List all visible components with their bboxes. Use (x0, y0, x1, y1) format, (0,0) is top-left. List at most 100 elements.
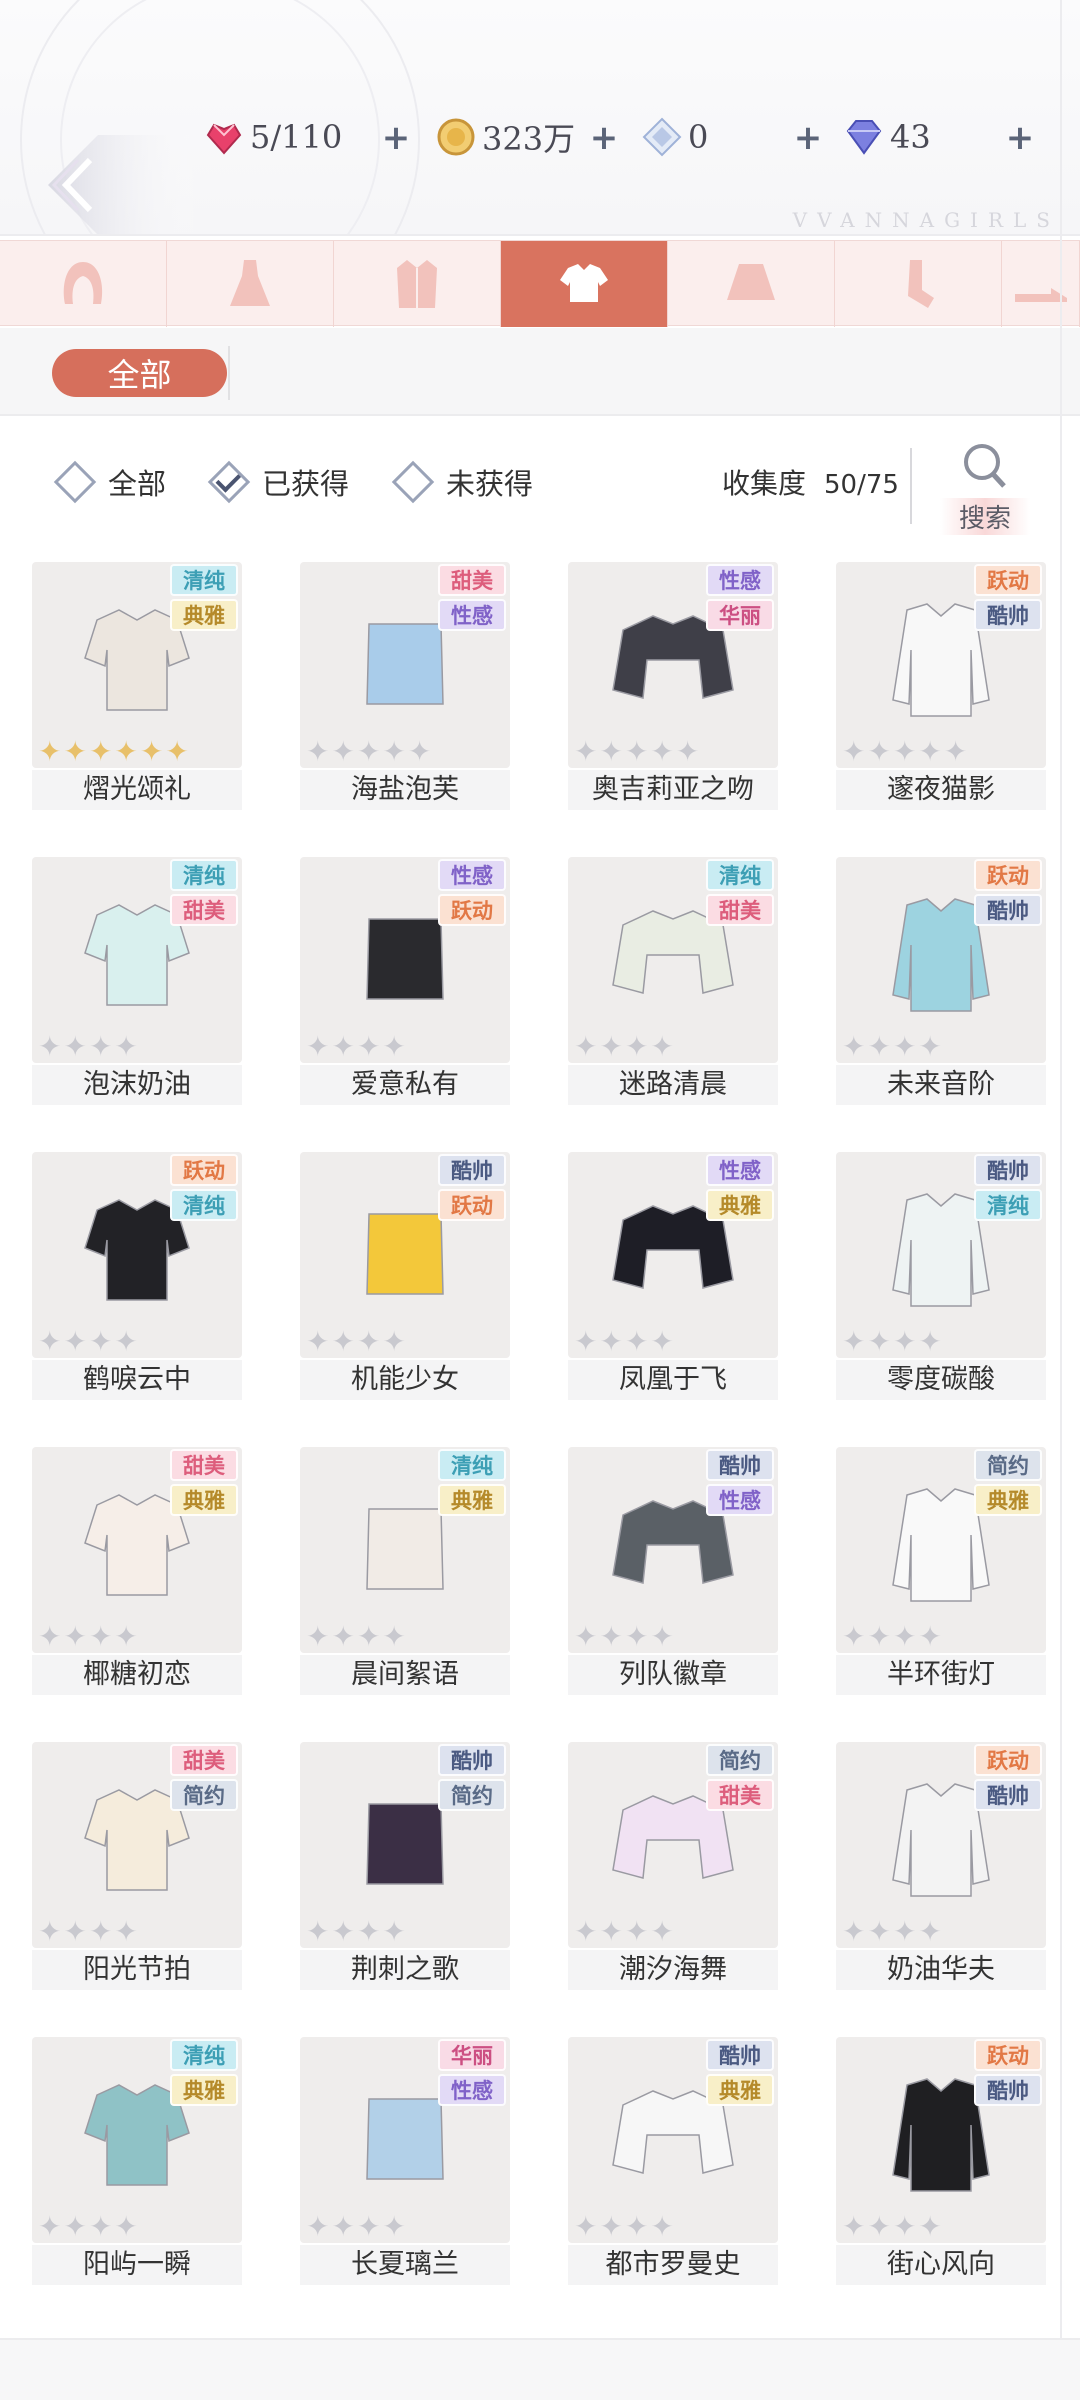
star-icon: ✦ (63, 735, 87, 768)
add-energy-button[interactable]: + (376, 118, 416, 158)
star-icon: ✦ (63, 1030, 87, 1063)
tab-shoes[interactable] (1002, 241, 1080, 327)
style-tag: 性感 (706, 1484, 774, 1516)
resource-value: 323万 (482, 120, 576, 158)
item-card[interactable]: 甜美 性感 ✦ ✦ ✦ ✦ ✦ 海盐泡芙 (300, 562, 510, 812)
item-card[interactable]: 清纯 典雅 ✦ ✦ ✦ ✦ ✦ ✦ 熠光颂礼 (32, 562, 242, 812)
rarity-stars: ✦ ✦ ✦ ✦ ✦ ✦ (38, 738, 191, 766)
rarity-stars: ✦ ✦ ✦ ✦ (842, 1918, 944, 1946)
item-card[interactable]: 简约 甜美 ✦ ✦ ✦ ✦ 潮汐海舞 (568, 1742, 778, 1992)
item-card[interactable]: 性感 华丽 ✦ ✦ ✦ ✦ ✦ 奥吉莉亚之吻 (568, 562, 778, 812)
star-icon: ✦ (624, 1325, 649, 1358)
item-card[interactable]: 性感 跃动 ✦ ✦ ✦ ✦ 爱意私有 (300, 857, 510, 1107)
item-card[interactable]: 跃动 清纯 ✦ ✦ ✦ ✦ 鹤唳云中 (32, 1152, 242, 1402)
tab-hair[interactable] (0, 241, 167, 327)
star-icon: ✦ (63, 1915, 87, 1948)
filter-label: 未获得 (446, 467, 534, 501)
gold-coin-icon (437, 118, 475, 156)
filter-label: 全部 (108, 467, 167, 501)
item-card[interactable]: 性感 典雅 ✦ ✦ ✦ ✦ 凤凰于飞 (568, 1152, 778, 1402)
style-tag: 酷帅 (974, 599, 1042, 631)
item-card[interactable]: 甜美 典雅 ✦ ✦ ✦ ✦ 椰糖初恋 (32, 1447, 242, 1697)
style-tag: 典雅 (438, 1484, 506, 1516)
resource-bar: 5/110 + 323万 + 0 + 43 + VVANNAGIRLS (0, 0, 1080, 236)
style-tag: 性感 (706, 1154, 774, 1186)
style-tag: 简约 (438, 1779, 506, 1811)
item-thumbnail: 性感 跃动 ✦ ✦ ✦ ✦ (300, 857, 510, 1063)
style-tag: 甜美 (438, 564, 506, 596)
star-icon: ✦ (918, 1030, 942, 1063)
filter-all[interactable]: 全部 (52, 460, 166, 504)
star-icon: ✦ (382, 1620, 406, 1653)
style-tag: 跃动 (438, 1189, 506, 1221)
item-card[interactable]: 清纯 典雅 ✦ ✦ ✦ ✦ 晨间絮语 (300, 1447, 510, 1697)
item-card[interactable]: 跃动 酷帅 ✦ ✦ ✦ ✦ 未来音阶 (836, 857, 1046, 1107)
item-name: 未来音阶 (836, 1065, 1046, 1105)
item-card[interactable]: 华丽 性感 ✦ ✦ ✦ ✦ 长夏璃兰 (300, 2037, 510, 2287)
divider (228, 346, 230, 400)
item-card[interactable]: 跃动 酷帅 ✦ ✦ ✦ ✦ 奶油华夫 (836, 1742, 1046, 1992)
item-card[interactable]: 清纯 甜美 ✦ ✦ ✦ ✦ 迷路清晨 (568, 857, 778, 1107)
item-name: 奶油华夫 (836, 1950, 1046, 1990)
star-icon: ✦ (382, 1325, 406, 1358)
star-icon: ✦ (918, 1915, 942, 1948)
style-tag: 清纯 (170, 564, 238, 596)
filter-owned[interactable]: 已获得 (206, 460, 349, 504)
style-tag: 酷帅 (706, 2039, 774, 2071)
item-name: 阳光节拍 (32, 1950, 242, 1990)
style-tag: 性感 (438, 599, 506, 631)
rarity-stars: ✦ ✦ ✦ ✦ (38, 1623, 140, 1651)
item-name: 奥吉莉亚之吻 (568, 770, 778, 810)
add-diamond-button[interactable]: + (1000, 118, 1040, 158)
filter-not-owned[interactable]: 未获得 (390, 460, 533, 504)
star-icon: ✦ (139, 735, 164, 768)
add-gold-button[interactable]: + (584, 118, 624, 158)
style-tag: 甜美 (706, 1779, 774, 1811)
star-icon: ✦ (88, 1915, 113, 1948)
style-tag: 华丽 (438, 2039, 506, 2071)
star-icon: ✦ (331, 1030, 355, 1063)
star-icon: ✦ (306, 1915, 330, 1948)
subcategory-all-pill[interactable]: 全部 (52, 349, 227, 397)
search-button[interactable]: 搜索 (940, 438, 1030, 536)
star-icon: ✦ (892, 1325, 917, 1358)
item-card[interactable]: 跃动 酷帅 ✦ ✦ ✦ ✦ ✦ 邃夜猫影 (836, 562, 1046, 812)
star-icon: ✦ (331, 1915, 355, 1948)
item-card[interactable]: 酷帅 典雅 ✦ ✦ ✦ ✦ 都市罗曼史 (568, 2037, 778, 2287)
tab-skirt[interactable] (668, 241, 835, 327)
star-icon: ✦ (38, 735, 62, 768)
item-card[interactable]: 酷帅 跃动 ✦ ✦ ✦ ✦ 机能少女 (300, 1152, 510, 1402)
back-button[interactable] (28, 130, 208, 234)
tab-coat[interactable] (334, 241, 501, 327)
item-card[interactable]: 酷帅 简约 ✦ ✦ ✦ ✦ 荆刺之歌 (300, 1742, 510, 1992)
item-thumbnail: 酷帅 典雅 ✦ ✦ ✦ ✦ (568, 2037, 778, 2243)
item-card[interactable]: 清纯 典雅 ✦ ✦ ✦ ✦ 阳屿一瞬 (32, 2037, 242, 2287)
item-card[interactable]: 甜美 简约 ✦ ✦ ✦ ✦ 阳光节拍 (32, 1742, 242, 1992)
item-card[interactable]: 跃动 酷帅 ✦ ✦ ✦ ✦ 街心风向 (836, 2037, 1046, 2287)
item-card[interactable]: 清纯 甜美 ✦ ✦ ✦ ✦ 泡沫奶油 (32, 857, 242, 1107)
tab-socks[interactable] (835, 241, 1002, 327)
item-card[interactable]: 简约 典雅 ✦ ✦ ✦ ✦ 半环街灯 (836, 1447, 1046, 1697)
item-thumbnail: 清纯 典雅 ✦ ✦ ✦ ✦ (32, 2037, 242, 2243)
tab-top[interactable] (501, 241, 668, 327)
item-card[interactable]: 酷帅 性感 ✦ ✦ ✦ ✦ 列队徽章 (568, 1447, 778, 1697)
rarity-stars: ✦ ✦ ✦ ✦ (306, 1623, 408, 1651)
star-icon: ✦ (842, 1030, 866, 1063)
rarity-stars: ✦ ✦ ✦ ✦ (306, 1033, 408, 1061)
item-name: 鹤唳云中 (32, 1360, 242, 1400)
style-tag: 酷帅 (706, 1449, 774, 1481)
star-icon: ✦ (867, 1620, 891, 1653)
star-icon: ✦ (88, 2210, 113, 2243)
bottom-bar (0, 2338, 1080, 2400)
item-name: 潮汐海舞 (568, 1950, 778, 1990)
add-crystal-button[interactable]: + (788, 118, 828, 158)
star-icon: ✦ (918, 1325, 942, 1358)
resource-diamond: 43 (844, 112, 931, 162)
tab-dress[interactable] (167, 241, 334, 327)
rarity-stars: ✦ ✦ ✦ ✦ (306, 1918, 408, 1946)
rarity-stars: ✦ ✦ ✦ ✦ (38, 1918, 140, 1946)
style-tag: 甜美 (170, 1744, 238, 1776)
item-card[interactable]: 酷帅 清纯 ✦ ✦ ✦ ✦ 零度碳酸 (836, 1152, 1046, 1402)
item-name: 阳屿一瞬 (32, 2245, 242, 2285)
item-thumbnail: 清纯 典雅 ✦ ✦ ✦ ✦ (300, 1447, 510, 1653)
